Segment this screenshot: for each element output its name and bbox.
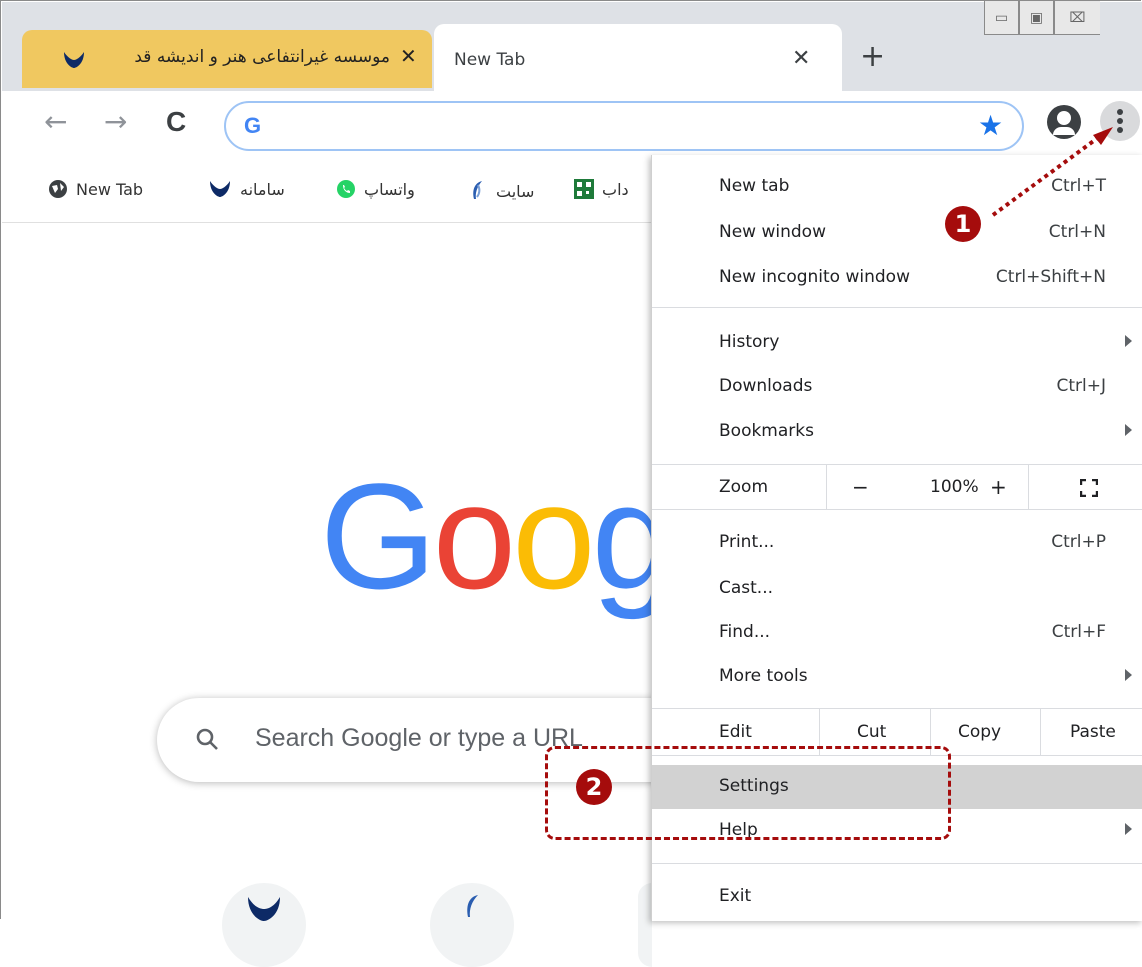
menu-item-print[interactable]: Print... Ctrl+P bbox=[652, 521, 1142, 565]
logo-icon bbox=[210, 181, 230, 197]
divider bbox=[1040, 709, 1041, 755]
tab-new-tab[interactable]: New Tab ✕ bbox=[434, 24, 842, 92]
search-placeholder: Search Google or type a URL bbox=[255, 724, 583, 752]
tab-title: موسسه غیرانتفاعی هنر و اندیشه قد bbox=[134, 47, 390, 67]
search-icon bbox=[196, 728, 218, 750]
globe-icon bbox=[49, 180, 67, 198]
menu-item-new-tab[interactable]: New tab Ctrl+T bbox=[652, 165, 1142, 209]
zoom-in-button[interactable]: + bbox=[990, 475, 1007, 499]
menu-item-find[interactable]: Find... Ctrl+F bbox=[652, 611, 1142, 655]
bookmark-new-tab[interactable]: New Tab bbox=[48, 179, 143, 199]
menu-item-bookmarks[interactable]: Bookmarks bbox=[652, 410, 1142, 454]
tab-strip: موسسه غیرانتفاعی هنر و اندیشه قد ✕ New T… bbox=[2, 2, 1142, 92]
back-icon[interactable]: ← bbox=[44, 107, 67, 137]
shortcut-feather-icon bbox=[467, 895, 478, 917]
close-icon[interactable]: ✕ bbox=[792, 46, 810, 71]
shortcut-logo-icon bbox=[248, 897, 280, 921]
edit-label: Edit bbox=[719, 722, 752, 742]
profile-avatar-icon[interactable] bbox=[1047, 105, 1081, 139]
menu-item-new-incognito-window[interactable]: New incognito window Ctrl+Shift+N bbox=[652, 256, 1142, 300]
forward-icon[interactable]: → bbox=[104, 107, 127, 137]
fullscreen-icon[interactable] bbox=[1080, 479, 1098, 497]
divider bbox=[826, 465, 827, 509]
submenu-arrow-icon bbox=[1125, 424, 1132, 436]
google-logo: Goog bbox=[320, 452, 675, 620]
menu-item-history[interactable]: History bbox=[652, 321, 1142, 365]
bookmark-samaneh[interactable]: سامانه bbox=[208, 179, 285, 199]
menu-item-cast[interactable]: Cast... bbox=[652, 567, 1142, 611]
toolbar: ← → C G ★ bbox=[2, 91, 1142, 163]
close-window-icon[interactable]: ⌧ bbox=[1054, 1, 1100, 35]
tab-title: New Tab bbox=[454, 50, 526, 70]
menu-item-more-tools[interactable]: More tools bbox=[652, 655, 1142, 699]
submenu-arrow-icon bbox=[1125, 335, 1132, 347]
minimize-icon[interactable]: ▭ bbox=[984, 1, 1019, 35]
zoom-level: 100% bbox=[930, 477, 979, 497]
cut-button[interactable]: Cut bbox=[857, 722, 886, 742]
window-controls: ▭ ▣ ⌧ bbox=[984, 1, 1100, 35]
whatsapp-icon bbox=[337, 180, 355, 198]
bookmark-dab[interactable]: داب bbox=[574, 179, 650, 199]
submenu-arrow-icon bbox=[1125, 823, 1132, 835]
zoom-label: Zoom bbox=[719, 477, 769, 497]
address-bar[interactable]: G ★ bbox=[224, 101, 1024, 151]
new-tab-button[interactable]: + bbox=[860, 42, 885, 72]
paste-button[interactable]: Paste bbox=[1070, 722, 1116, 742]
menu-kebab-icon[interactable] bbox=[1100, 101, 1140, 141]
copy-button[interactable]: Copy bbox=[958, 722, 1001, 742]
shortcut-tile[interactable] bbox=[222, 883, 306, 967]
submenu-arrow-icon bbox=[1125, 669, 1132, 681]
step-2-badge: 2 bbox=[576, 769, 612, 805]
browser-window: موسسه غیرانتفاعی هنر و اندیشه قد ✕ New T… bbox=[0, 0, 1142, 967]
qr-icon bbox=[574, 179, 594, 199]
shortcut-tile[interactable] bbox=[430, 883, 514, 967]
google-g-icon: G bbox=[244, 113, 262, 138]
close-icon[interactable]: ✕ bbox=[400, 44, 417, 68]
step-1-badge: 1 bbox=[945, 206, 981, 242]
maximize-icon[interactable]: ▣ bbox=[1019, 1, 1054, 35]
bookmark-site[interactable]: سایت bbox=[468, 179, 534, 201]
menu-item-exit[interactable]: Exit bbox=[652, 875, 1142, 919]
zoom-out-button[interactable]: − bbox=[852, 475, 869, 499]
menu-separator bbox=[652, 307, 1142, 308]
menu-item-new-window[interactable]: New window Ctrl+N bbox=[652, 211, 1142, 255]
bookmark-whatsapp[interactable]: واتساپ bbox=[336, 179, 415, 199]
reload-icon[interactable]: C bbox=[166, 107, 186, 137]
feather-icon bbox=[473, 181, 482, 199]
menu-separator bbox=[652, 863, 1142, 864]
menu-zoom-row: Zoom − 100% + bbox=[652, 464, 1142, 510]
institute-logo-icon bbox=[62, 50, 86, 75]
bookmark-star-icon[interactable]: ★ bbox=[978, 109, 1003, 142]
divider bbox=[1028, 465, 1029, 509]
tab-institute[interactable]: موسسه غیرانتفاعی هنر و اندیشه قد ✕ bbox=[22, 30, 432, 88]
menu-item-downloads[interactable]: Downloads Ctrl+J bbox=[652, 365, 1142, 409]
shortcut-tile[interactable] bbox=[638, 883, 652, 967]
